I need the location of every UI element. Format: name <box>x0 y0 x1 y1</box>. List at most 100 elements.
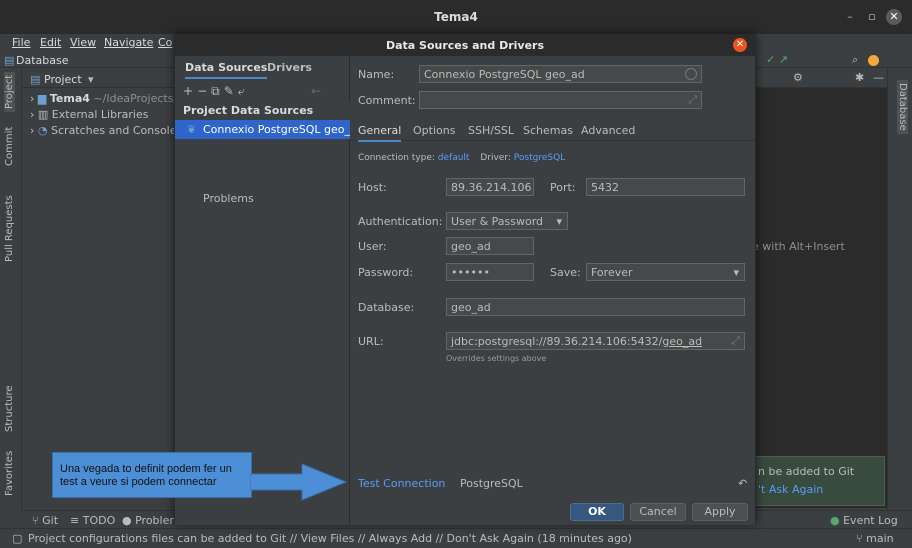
chevron-right-icon: › <box>30 92 38 105</box>
connection-type-row: Connection type: default Driver: Postgre… <box>358 153 565 163</box>
update-icon[interactable] <box>868 55 879 66</box>
navigate-icon[interactable]: ⤶ <box>238 84 249 98</box>
menu-navigate[interactable]: Navigate <box>104 36 153 49</box>
tree-item-tema4[interactable]: › ▆ Tema4 ~/IdeaProjects/ <box>30 92 177 105</box>
tab-drivers[interactable]: Drivers <box>267 61 312 74</box>
section-header: Project Data Sources <box>175 102 350 120</box>
user-label: User: <box>358 240 387 253</box>
remove-icon[interactable]: − <box>197 84 211 98</box>
editor-hint: e with Alt+Insert <box>752 240 845 253</box>
problems-item[interactable]: Problems <box>203 192 254 205</box>
ok-button[interactable]: OK <box>570 503 624 521</box>
commit-check-icon[interactable]: ✓ ↗ <box>766 53 788 66</box>
data-source-toolbar: +−⧉✎⤶ ← → <box>183 84 343 112</box>
minimize-icon[interactable]: – <box>842 9 858 25</box>
status-message[interactable]: Project configurations files can be adde… <box>28 532 632 545</box>
password-field[interactable]: •••••• <box>446 263 534 281</box>
tool-git[interactable]: ⑂ Git <box>32 514 58 527</box>
menu-view[interactable]: View <box>70 36 96 49</box>
tab-data-sources[interactable]: Data Sources <box>185 61 268 79</box>
expand-icon[interactable]: ⤢ <box>688 93 697 107</box>
user-field[interactable]: geo_ad <box>446 237 534 255</box>
annotation-callout: Una vegada to definit podem fer un test … <box>52 452 252 498</box>
right-tool-stripe: Database <box>887 68 912 513</box>
driver-link[interactable]: PostgreSQL <box>514 153 565 163</box>
tree-item-scratches[interactable]: › ◔ Scratches and Consoles <box>30 124 182 137</box>
close-window-icon[interactable]: ✕ <box>886 9 902 25</box>
branch-name: main <box>866 532 894 545</box>
color-picker-icon[interactable] <box>685 68 697 80</box>
revert-icon[interactable]: ↶ <box>738 477 747 490</box>
tab-advanced[interactable]: Advanced <box>581 124 635 137</box>
window-title: Tema4 <box>434 10 478 24</box>
tool-project[interactable]: Project <box>4 71 15 112</box>
expand-icon[interactable]: ⤢ <box>731 334 740 348</box>
driver-label: Driver: <box>480 153 511 163</box>
tool-event-log[interactable]: ● Event Log <box>830 514 898 527</box>
postgresql-icon: ❦ <box>187 123 197 136</box>
test-connection-link[interactable]: Test Connection <box>358 477 445 490</box>
authentication-select[interactable]: User & Password ▾ <box>446 212 568 230</box>
tree-item-path: ~/IdeaProjects/ <box>93 92 178 105</box>
database-field[interactable]: geo_ad <box>446 298 745 316</box>
duplicate-icon[interactable]: ⧉ <box>211 84 224 98</box>
properties-icon[interactable]: ✎ <box>224 84 238 98</box>
tool-commit[interactable]: Commit <box>4 127 15 166</box>
name-label: Name: <box>358 68 395 81</box>
tool-todo-label: TODO <box>82 514 116 527</box>
cancel-button[interactable]: Cancel <box>630 503 686 521</box>
port-label: Port: <box>550 181 576 194</box>
scratches-icon: ◔ <box>37 124 52 137</box>
tab-general[interactable]: General <box>358 124 402 142</box>
database-icon: ▤ <box>4 54 15 67</box>
left-tool-stripe: Project Commit Pull Requests Structure F… <box>0 68 22 513</box>
menu-code[interactable]: Co <box>158 36 172 49</box>
tab-options[interactable]: Options <box>413 124 455 137</box>
menu-edit[interactable]: Edit <box>40 36 61 49</box>
section-header-label: Project Data Sources <box>183 104 314 117</box>
project-panel-header: ▤ Project ▾ <box>22 70 176 88</box>
url-hint: Overrides settings above <box>446 354 547 363</box>
chevron-down-icon: ▾ <box>733 266 739 279</box>
tool-favorites[interactable]: Favorites <box>4 451 15 496</box>
tool-todo[interactable]: ≡ TODO <box>70 514 115 527</box>
tool-database[interactable]: Database <box>897 80 908 134</box>
tool-pull-requests[interactable]: Pull Requests <box>4 195 15 262</box>
data-source-item[interactable]: ❦ Connexio PostgreSQL geo_ac <box>175 120 350 139</box>
gear-icon[interactable]: ✱ <box>855 71 864 84</box>
menu-file[interactable]: File <box>12 36 30 49</box>
tab-ssh-ssl[interactable]: SSH/SSL <box>468 124 514 137</box>
tab-schemas[interactable]: Schemas <box>523 124 573 137</box>
url-label: URL: <box>358 335 384 348</box>
name-field[interactable]: Connexio PostgreSQL geo_ad <box>419 65 702 83</box>
project-header-label[interactable]: Project <box>44 73 82 86</box>
nav-database-label[interactable]: Database <box>16 54 69 67</box>
event-log-label: Event Log <box>843 514 898 527</box>
hide-icon[interactable]: — <box>873 71 884 84</box>
editor-area: e with Alt+Insert <box>752 88 887 508</box>
save-label: Save: <box>550 266 581 279</box>
host-label: Host: <box>358 181 387 194</box>
dont-ask-again-link[interactable]: 't Ask Again <box>758 483 823 496</box>
connection-type-link[interactable]: default <box>438 153 470 163</box>
connection-type-label: Connection type: <box>358 153 435 163</box>
tool-structure[interactable]: Structure <box>4 385 15 432</box>
chevron-down-icon[interactable]: ▾ <box>88 73 94 86</box>
host-field[interactable]: 89.36.214.106 <box>446 178 534 196</box>
search-icon[interactable]: ⌕ <box>852 53 858 67</box>
password-label: Password: <box>358 266 414 279</box>
apply-button[interactable]: Apply <box>692 503 748 521</box>
annotation-text: Una vegada to definit podem fer un test … <box>60 463 232 488</box>
tree-item-external-libraries[interactable]: › ▥ External Libraries <box>30 108 148 121</box>
comment-field[interactable]: ⤢ <box>419 91 702 109</box>
database-toolbar: ⚙ ✱ — <box>755 68 887 88</box>
close-icon[interactable]: ✕ <box>733 38 747 52</box>
git-branch[interactable]: ⑂ main <box>856 532 894 545</box>
window-titlebar: Tema4 – ▫ ✕ <box>0 0 912 34</box>
port-field[interactable]: 5432 <box>586 178 745 196</box>
maximize-icon[interactable]: ▫ <box>864 9 880 25</box>
url-field[interactable]: jdbc:postgresql://89.36.214.106:5432/geo… <box>446 332 745 350</box>
add-icon[interactable]: + <box>183 84 197 98</box>
settings-icon[interactable]: ⚙ <box>793 71 803 84</box>
save-select[interactable]: Forever ▾ <box>586 263 745 281</box>
